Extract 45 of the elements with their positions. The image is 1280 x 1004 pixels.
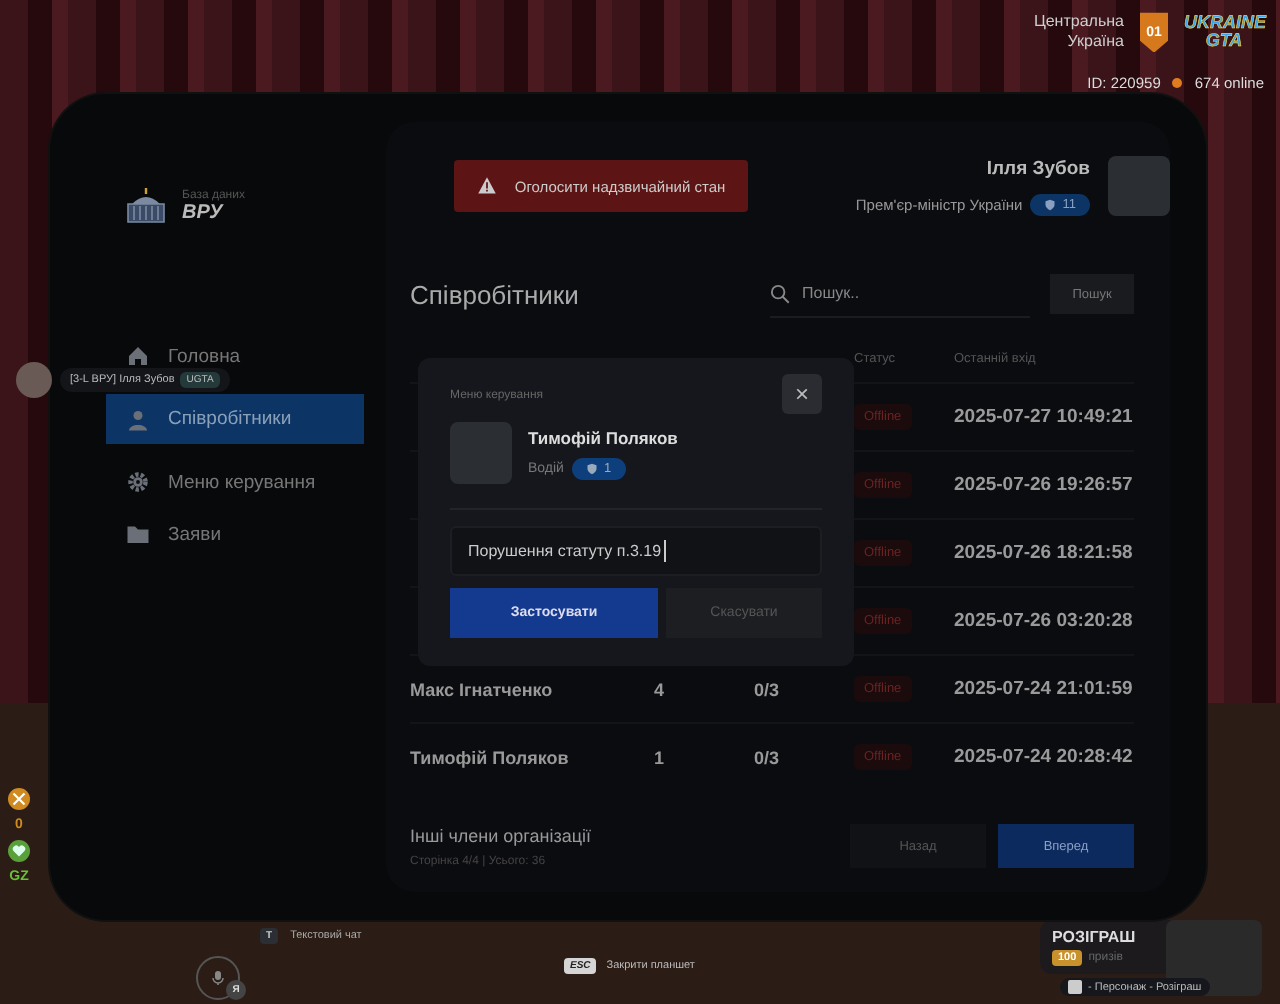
last-login-cell: 2025-07-24 21:01:59 bbox=[954, 678, 1133, 700]
rank-cell: 4 bbox=[654, 679, 665, 699]
key-icon bbox=[1068, 980, 1082, 994]
person-icon bbox=[126, 407, 150, 431]
last-login-cell: 2025-07-26 03:20:28 bbox=[954, 610, 1133, 632]
folder-icon bbox=[126, 522, 150, 546]
section-title: Співробітники bbox=[410, 279, 579, 309]
sidebar-item[interactable]: Заяви bbox=[106, 520, 364, 548]
warnings-cell: 0/3 bbox=[754, 747, 780, 767]
search-placeholder: Пошук.. bbox=[802, 284, 860, 302]
search-icon bbox=[770, 283, 790, 303]
last-login-cell: 2025-07-26 19:26:57 bbox=[954, 474, 1133, 496]
last-login-cell: 2025-07-27 10:49:21 bbox=[954, 406, 1133, 428]
employee-name: Макс Ігнатченко bbox=[410, 679, 553, 699]
warning-icon bbox=[476, 176, 499, 196]
last-login-cell: 2025-07-26 18:21:58 bbox=[954, 542, 1133, 564]
region-label: Центральна Україна bbox=[1031, 12, 1124, 54]
sidebar-item[interactable]: Співробітники bbox=[106, 394, 364, 444]
last-login-cell: 2025-07-24 20:28:42 bbox=[954, 746, 1133, 768]
rank-cell: 1 bbox=[654, 747, 665, 767]
home-icon bbox=[126, 344, 150, 368]
warnings-cell: 0/3 bbox=[754, 679, 780, 699]
brand-name: ВРУ bbox=[182, 201, 226, 223]
shield-icon bbox=[1044, 197, 1057, 211]
close-button[interactable]: × bbox=[782, 374, 822, 414]
sidebar-item[interactable]: Меню керування bbox=[106, 468, 364, 496]
parliament-building-icon bbox=[126, 188, 166, 224]
heart-icon bbox=[8, 840, 30, 862]
crossed-tools-icon bbox=[8, 788, 30, 810]
reason-field[interactable]: Порушення статуту п.3.19 bbox=[450, 526, 822, 576]
gear-icon bbox=[126, 470, 150, 494]
online-dot-icon bbox=[1172, 77, 1183, 88]
sidebar-item[interactable]: Головна bbox=[106, 342, 364, 370]
reason-value: Порушення статуту п.3.19 bbox=[468, 542, 662, 560]
employee-name: Тимофій Поляков bbox=[410, 747, 569, 767]
footer-title: Інші члени організації bbox=[410, 825, 591, 845]
shield-icon bbox=[585, 461, 598, 475]
search-field[interactable]: Пошук.. bbox=[770, 271, 1030, 317]
user-name: Ілля Зубов bbox=[986, 157, 1090, 179]
avatar-photo-placeholder bbox=[1108, 156, 1170, 216]
text-cursor bbox=[663, 540, 666, 562]
giveaway-title: РОЗІГРАШ bbox=[1052, 928, 1138, 946]
game-logo: UKRAINE GTA bbox=[1184, 14, 1264, 51]
person-name: Тимофій Поляков bbox=[528, 427, 678, 447]
microphone-icon bbox=[210, 970, 226, 986]
